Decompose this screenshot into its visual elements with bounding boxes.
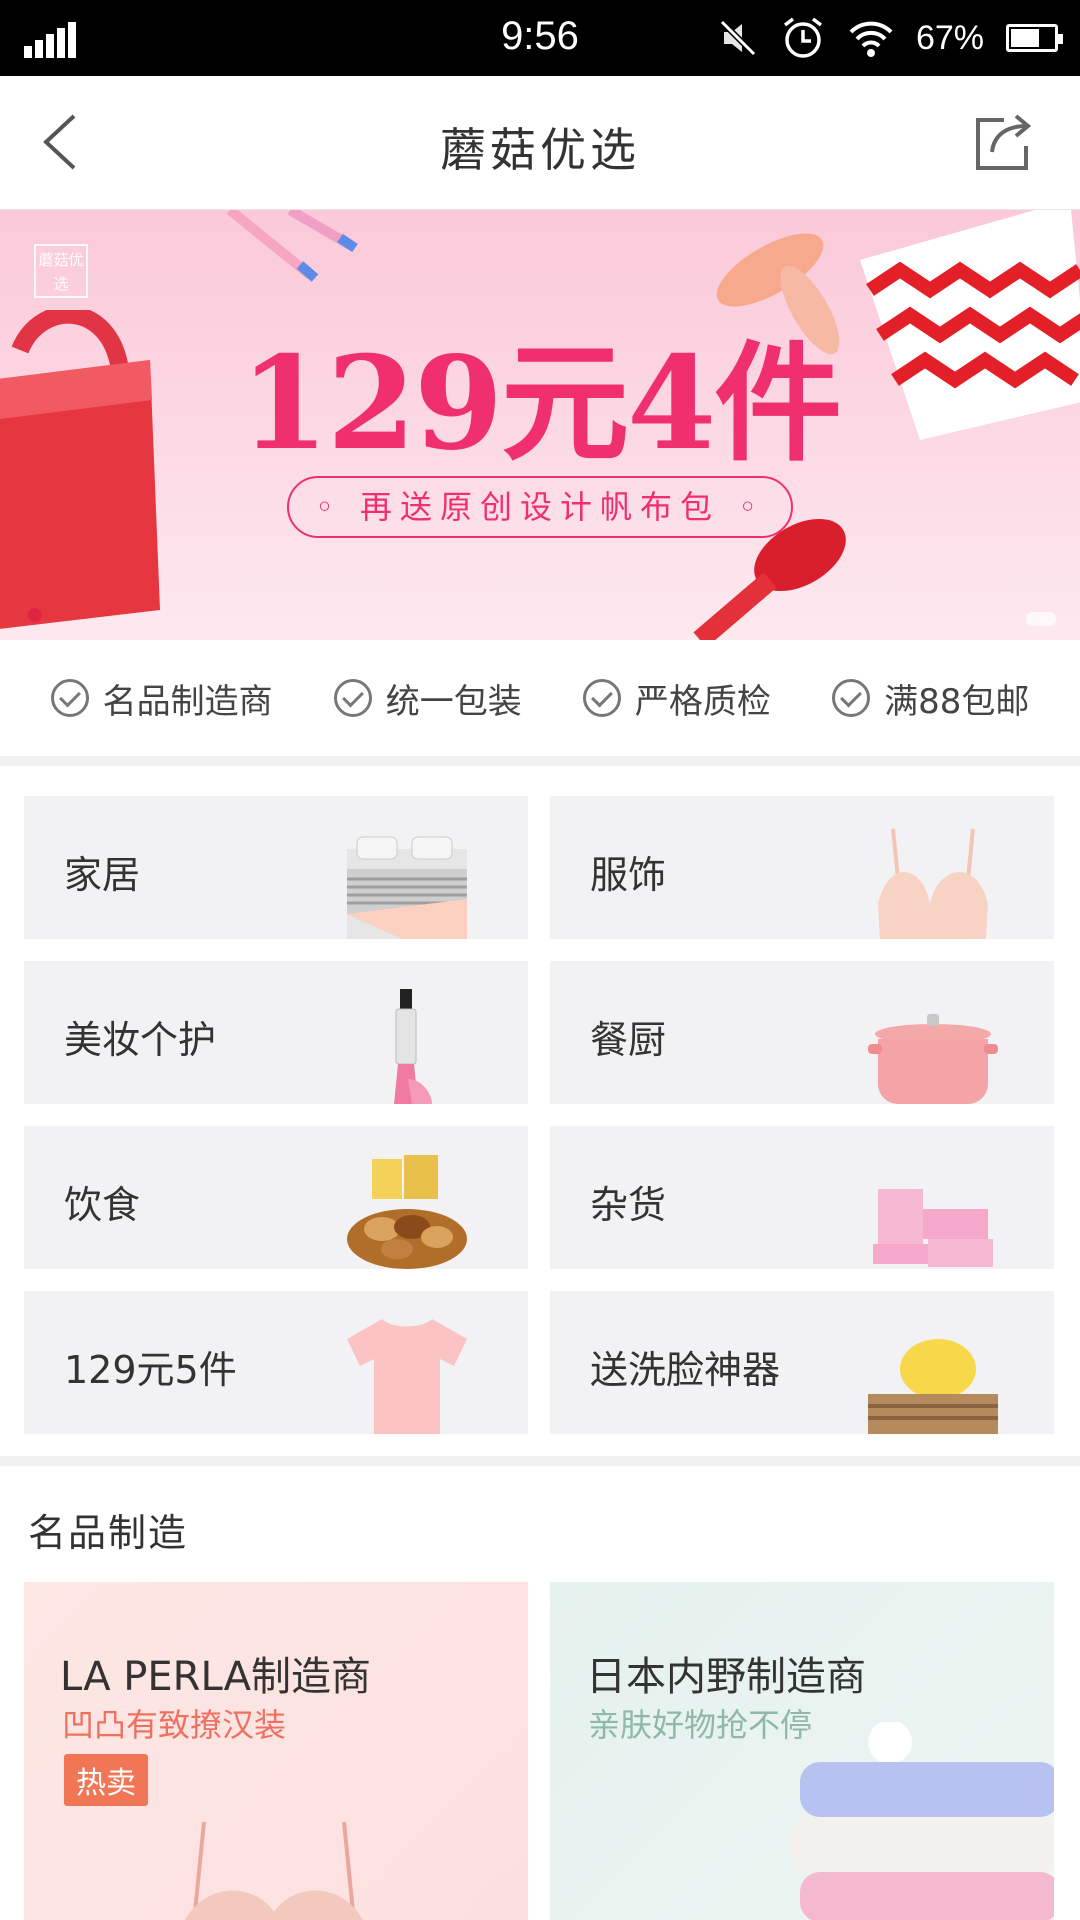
alarm-icon [783, 17, 822, 58]
banner-subtext: ◦ 再送原创设计帆布包 ◦ [287, 476, 793, 538]
section-title: 名品制造 [28, 1511, 189, 1555]
bed-icon [347, 836, 467, 939]
feature-label: 严格质检 [634, 681, 771, 722]
sponge-icon [868, 1339, 998, 1434]
feature-item: 满88包邮 [832, 674, 1029, 723]
carousel-indicator [1026, 612, 1056, 626]
pencils-illustration [226, 210, 358, 282]
brand-card-title: LA PERLA制造商 [60, 1654, 372, 1700]
category-tile-home[interactable]: 家居 [24, 796, 528, 939]
nav-bar: 蘑菇优选 [0, 76, 1080, 210]
battery-icon [1006, 24, 1063, 52]
check-circle-icon [333, 679, 372, 717]
banner-headline: 129元4件 [239, 329, 842, 479]
check-circle-icon [582, 679, 621, 717]
brand-card-title: 日本内野制造商 [586, 1654, 866, 1700]
lingerie-illustration [185, 1822, 363, 1920]
brand-card-subtitle: 凹凸有致撩汉装 [62, 1706, 287, 1744]
brand-maker-grid: LA PERLA制造商 凹凸有致撩汉装 热卖 日本内野制造商 亲肤好物抢不停 [24, 1582, 1054, 1920]
mute-icon [719, 19, 757, 57]
category-label: 饮食 [64, 1183, 141, 1227]
curling-iron-icon [394, 989, 432, 1104]
category-tile-apparel[interactable]: 服饰 [550, 796, 1054, 939]
hot-badge: 热卖 [64, 1754, 148, 1806]
carousel-indicator [28, 608, 42, 622]
feature-label: 统一包装 [385, 681, 522, 722]
category-tile-groceries[interactable]: 杂货 [550, 1126, 1054, 1269]
nuts-icon [347, 1155, 467, 1269]
category-tile-face-sponge[interactable]: 送洗脸神器 [550, 1291, 1054, 1434]
towels-illustration [790, 1722, 1054, 1920]
category-label: 杂货 [590, 1183, 667, 1227]
category-tile-food[interactable]: 饮食 [24, 1126, 528, 1269]
category-tile-129-deal[interactable]: 129元5件 [24, 1291, 528, 1434]
share-icon[interactable] [968, 106, 1040, 178]
wifi-icon [849, 21, 893, 57]
category-label: 餐厨 [590, 1018, 667, 1062]
feature-item: 名品制造商 [50, 674, 273, 723]
tshirt-icon [347, 1319, 467, 1434]
page-title: 蘑菇优选 [440, 123, 640, 177]
category-grid: 家居 服饰 美妆个护 餐厨 饮食 杂货 129元5件 送洗脸神器 [24, 796, 1054, 1434]
bra-icon [878, 828, 988, 939]
category-label: 服饰 [590, 853, 667, 897]
feature-item: 统一包装 [333, 674, 522, 723]
brand-card-subtitle: 亲肤好物抢不停 [588, 1706, 813, 1744]
feature-list: 名品制造商 统一包装 严格质检 满88包邮 [0, 640, 1080, 766]
category-label: 129元5件 [64, 1348, 237, 1392]
category-label: 送洗脸神器 [590, 1348, 781, 1392]
brand-card-uchino[interactable]: 日本内野制造商 亲肤好物抢不停 [550, 1582, 1054, 1920]
brand-card-la-perla[interactable]: LA PERLA制造商 凹凸有致撩汉装 热卖 [24, 1582, 528, 1920]
category-tile-beauty[interactable]: 美妆个护 [24, 961, 528, 1104]
feature-item: 严格质检 [582, 674, 771, 723]
feature-label: 满88包邮 [884, 681, 1030, 722]
category-label: 美妆个护 [64, 1018, 217, 1062]
category-tile-kitchen[interactable]: 餐厨 [550, 961, 1054, 1104]
banner-logo: 蘑菇优选 [34, 244, 88, 298]
battery-percent: 67% [915, 18, 984, 57]
category-label: 家居 [64, 853, 141, 897]
check-circle-icon [832, 679, 871, 717]
promo-banner[interactable]: 蘑菇优选 129元4件 ◦ 再送原创设计帆布包 ◦ [0, 210, 1080, 640]
section-divider [0, 1456, 1080, 1466]
storage-bags-icon [873, 1189, 993, 1267]
feature-label: 名品制造商 [102, 681, 273, 722]
status-bar: 9:56 67% [0, 0, 1080, 76]
pot-icon [868, 1014, 998, 1104]
check-circle-icon [50, 679, 89, 717]
